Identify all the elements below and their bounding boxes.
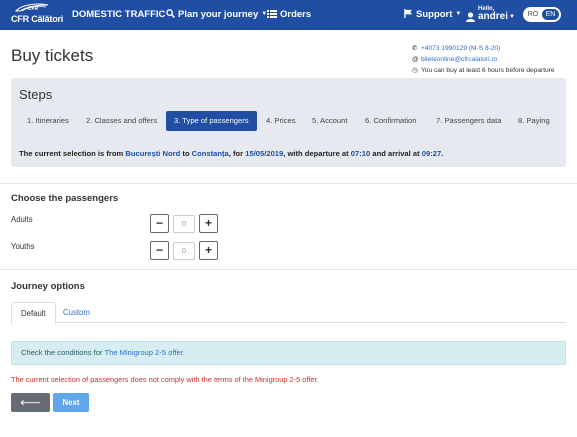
back-label: Back xyxy=(21,417,40,426)
clock-icon: ◷ xyxy=(412,67,418,74)
contact-phone[interactable]: +4073 1990129 (M-S 8-20) xyxy=(421,45,500,52)
journey-options-title: Journey options xyxy=(11,281,85,292)
step-type-of-passengers[interactable]: 3. Type of passengers xyxy=(166,111,257,131)
arrow-right-icon: 🡒 xyxy=(60,417,82,426)
nav-support-label: Support xyxy=(416,9,453,20)
list-icon xyxy=(267,10,277,18)
nav-support[interactable]: Support ▼ xyxy=(404,9,461,20)
step-prices[interactable]: 4. Prices xyxy=(266,111,296,131)
adults-label: Adults xyxy=(11,215,33,224)
youths-decrement-button[interactable]: − xyxy=(150,241,169,260)
nav-plan-journey[interactable]: Plan your journey ▼ xyxy=(166,9,267,20)
contact-notice: You can buy at least 6 hours before depa… xyxy=(421,67,555,74)
step-classes-offers[interactable]: 2. Classes and offers xyxy=(86,111,157,131)
selection-to-word: to xyxy=(182,149,190,158)
minigroup-offer-link[interactable]: The Minigroup 2-5 offer. xyxy=(104,348,184,357)
adults-increment-button[interactable]: + xyxy=(199,214,218,233)
step-confirmation[interactable]: 6. Confirmation xyxy=(365,111,417,131)
user-icon xyxy=(466,12,475,22)
nav-orders-label: Orders xyxy=(280,9,312,20)
lang-ro[interactable]: RO xyxy=(525,9,541,20)
chevron-down-icon: ▼ xyxy=(509,14,515,20)
selection-end: . xyxy=(441,149,444,158)
nav-orders[interactable]: Orders xyxy=(267,9,311,20)
offer-conditions-alert: Check the conditions for The Minigroup 2… xyxy=(11,341,566,365)
cfr-logo[interactable]: CFR CFR Călători xyxy=(8,3,64,27)
user-name: andrei xyxy=(478,11,509,22)
adults-stepper: − 0 + xyxy=(150,214,220,234)
flag-icon xyxy=(404,9,413,18)
youths-input[interactable]: 0 xyxy=(173,242,195,260)
youths-label: Youths xyxy=(11,242,35,251)
selection-for-word: , for xyxy=(228,149,244,158)
selection-from: București Nord xyxy=(125,149,181,158)
step-itineraries[interactable]: 1. Itineraries xyxy=(27,111,69,131)
steps-title: Steps xyxy=(19,87,53,102)
journey-options-tabs: Default Custom xyxy=(11,302,566,324)
logo-text: CFR Călători xyxy=(11,14,64,24)
page-title: Buy tickets xyxy=(11,46,94,65)
language-switch[interactable]: RO EN xyxy=(523,7,561,22)
lang-en[interactable]: EN xyxy=(542,9,559,20)
validation-error: The current selection of passengers does… xyxy=(11,375,319,384)
youths-increment-button[interactable]: + xyxy=(199,241,218,260)
selection-date: 15/05/2019 xyxy=(245,149,284,158)
logo-wing-icon: CFR xyxy=(14,3,49,12)
nav-domestic-traffic[interactable]: DOMESTIC TRAFFIC xyxy=(72,9,165,20)
arrow-left-icon: 🡐 xyxy=(20,398,41,407)
search-icon xyxy=(166,9,175,18)
nav-plan-journey-label: Plan your journey xyxy=(178,9,259,20)
divider xyxy=(0,183,577,184)
steps-panel: Steps 1. Itineraries 2. Classes and offe… xyxy=(11,78,566,167)
top-navbar: CFR CFR Călători DOMESTIC TRAFFIC Plan y… xyxy=(0,0,577,30)
step-paying[interactable]: 8. Paying xyxy=(518,111,550,131)
selection-departure-word: , with departure at xyxy=(283,149,349,158)
adults-decrement-button[interactable]: − xyxy=(150,214,169,233)
selection-departure: 07:10 xyxy=(350,149,371,158)
contact-email[interactable]: bileteonline@cfrcalatori.ro xyxy=(421,56,497,63)
selection-arrival-word: and arrival at xyxy=(372,149,420,158)
youths-stepper: − 0 + xyxy=(150,241,220,261)
at-icon: @ xyxy=(412,56,419,63)
next-button[interactable]: Next 🡒 xyxy=(53,393,89,426)
selection-arrival: 09:27 xyxy=(421,149,442,158)
selection-prefix: The current selection is from xyxy=(19,149,124,158)
divider xyxy=(0,269,577,270)
back-button[interactable]: 🡐 Back xyxy=(11,393,50,426)
info-prefix: Check the conditions for xyxy=(21,348,103,357)
selection-to: Constanța xyxy=(191,149,229,158)
contact-info: ✆ +4073 1990129 (M-S 8-20) @ bileteonline@… xyxy=(412,43,555,76)
step-passengers-data[interactable]: 7. Passengers data xyxy=(436,111,501,131)
tab-default[interactable]: Default xyxy=(11,302,56,324)
passengers-title: Choose the passengers xyxy=(11,193,119,204)
next-label: Next xyxy=(62,398,80,407)
tab-custom[interactable]: Custom xyxy=(54,302,99,324)
phone-icon: ✆ xyxy=(412,45,418,52)
step-account[interactable]: 5. Account xyxy=(312,111,347,131)
current-selection: The current selection is from București … xyxy=(19,149,443,158)
chevron-down-icon: ▼ xyxy=(455,11,462,17)
adults-input[interactable]: 0 xyxy=(173,215,195,233)
svg-text:CFR: CFR xyxy=(28,6,39,12)
